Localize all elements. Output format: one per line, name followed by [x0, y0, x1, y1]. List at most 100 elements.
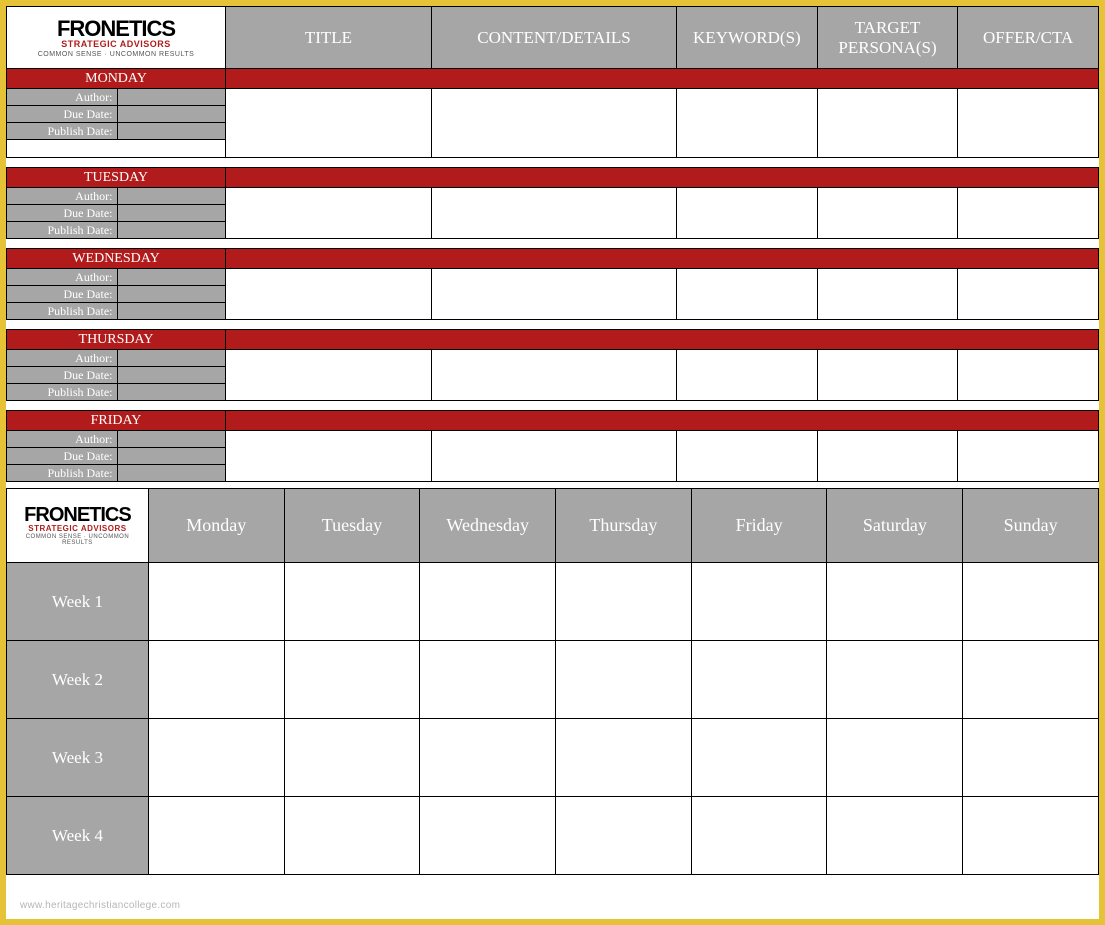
calendar-cell[interactable]: [420, 563, 556, 641]
persona-cell[interactable]: [817, 431, 958, 482]
author-label: Author:: [7, 188, 118, 205]
duedate-value[interactable]: [117, 448, 226, 465]
day-bar-monday: MONDAY: [7, 69, 1099, 89]
calendar-cell[interactable]: [556, 563, 692, 641]
duedate-value[interactable]: [117, 286, 226, 303]
day-label: WEDNESDAY: [7, 249, 226, 269]
brand-logo: FRONETICS STRATEGIC ADVISORS COMMON SENS…: [7, 7, 226, 69]
publish-value[interactable]: [117, 384, 226, 401]
col-content: CONTENT/DETAILS: [431, 7, 676, 69]
week-label: Week 1: [7, 563, 149, 641]
content-cell[interactable]: [431, 188, 676, 239]
content-cell[interactable]: [431, 431, 676, 482]
day-bar-tuesday: TUESDAY: [7, 168, 1099, 188]
duedate-value[interactable]: [117, 367, 226, 384]
calendar-cell[interactable]: [963, 641, 1099, 719]
publish-label: Publish Date:: [7, 222, 118, 239]
calendar-cell[interactable]: [691, 719, 827, 797]
cal-col-wed: Wednesday: [420, 489, 556, 563]
duedate-value[interactable]: [117, 106, 226, 123]
brand-name: FRONETICS: [24, 505, 131, 525]
title-cell[interactable]: [226, 350, 432, 401]
calendar-cell[interactable]: [691, 641, 827, 719]
publish-label: Publish Date:: [7, 465, 118, 482]
calendar-cell[interactable]: [691, 797, 827, 875]
calendar-cell[interactable]: [963, 797, 1099, 875]
title-cell[interactable]: [226, 269, 432, 320]
author-value[interactable]: [117, 431, 226, 448]
calendar-cell[interactable]: [827, 797, 963, 875]
calendar-cell[interactable]: [420, 641, 556, 719]
watermark-text: www.heritagechristiancollege.com: [20, 900, 180, 911]
persona-cell[interactable]: [817, 350, 958, 401]
keywords-cell[interactable]: [677, 89, 818, 158]
calendar-cell[interactable]: [827, 719, 963, 797]
calendar-cell[interactable]: [148, 563, 284, 641]
persona-cell[interactable]: [817, 89, 958, 158]
publish-value[interactable]: [117, 123, 226, 140]
author-value[interactable]: [117, 350, 226, 367]
publish-value[interactable]: [117, 222, 226, 239]
offer-cell[interactable]: [958, 89, 1099, 158]
author-value[interactable]: [117, 269, 226, 286]
calendar-cell[interactable]: [420, 797, 556, 875]
publish-value[interactable]: [117, 465, 226, 482]
col-offer: OFFER/CTA: [958, 7, 1099, 69]
title-cell[interactable]: [226, 89, 432, 158]
duedate-value[interactable]: [117, 205, 226, 222]
calendar-cell[interactable]: [827, 563, 963, 641]
content-cell[interactable]: [431, 269, 676, 320]
offer-cell[interactable]: [958, 350, 1099, 401]
calendar-cell[interactable]: [284, 563, 420, 641]
persona-cell[interactable]: [817, 188, 958, 239]
calendar-cell[interactable]: [284, 641, 420, 719]
publish-value[interactable]: [117, 303, 226, 320]
calendar-cell[interactable]: [148, 797, 284, 875]
meta-row: Author:: [7, 89, 1099, 106]
calendar-cell[interactable]: [556, 641, 692, 719]
header-row: FRONETICS STRATEGIC ADVISORS COMMON SENS…: [7, 7, 1099, 69]
cal-col-sat: Saturday: [827, 489, 963, 563]
brand-name: FRONETICS: [57, 18, 175, 40]
calendar-cell[interactable]: [148, 719, 284, 797]
calendar-cell[interactable]: [827, 641, 963, 719]
day-label: TUESDAY: [7, 168, 226, 188]
calendar-cell[interactable]: [556, 797, 692, 875]
day-label: MONDAY: [7, 69, 226, 89]
content-cell[interactable]: [431, 89, 676, 158]
calendar-cell[interactable]: [284, 797, 420, 875]
calendar-cell[interactable]: [963, 719, 1099, 797]
offer-cell[interactable]: [958, 431, 1099, 482]
week-row: Week 1: [7, 563, 1099, 641]
persona-cell[interactable]: [817, 269, 958, 320]
author-value[interactable]: [117, 89, 226, 106]
author-label: Author:: [7, 350, 118, 367]
spacer: [7, 140, 226, 158]
offer-cell[interactable]: [958, 188, 1099, 239]
keywords-cell[interactable]: [677, 188, 818, 239]
content-planner-table: FRONETICS STRATEGIC ADVISORS COMMON SENS…: [6, 6, 1099, 482]
offer-cell[interactable]: [958, 269, 1099, 320]
content-cell[interactable]: [431, 350, 676, 401]
author-value[interactable]: [117, 188, 226, 205]
brand-sub: STRATEGIC ADVISORS: [28, 525, 126, 533]
title-cell[interactable]: [226, 188, 432, 239]
duedate-label: Due Date:: [7, 367, 118, 384]
duedate-label: Due Date:: [7, 106, 118, 123]
calendar-cell[interactable]: [556, 719, 692, 797]
day-bar-wednesday: WEDNESDAY: [7, 249, 1099, 269]
duedate-label: Due Date:: [7, 205, 118, 222]
calendar-cell[interactable]: [963, 563, 1099, 641]
keywords-cell[interactable]: [677, 431, 818, 482]
cal-col-tue: Tuesday: [284, 489, 420, 563]
calendar-cell[interactable]: [284, 719, 420, 797]
keywords-cell[interactable]: [677, 350, 818, 401]
keywords-cell[interactable]: [677, 269, 818, 320]
publish-label: Publish Date:: [7, 384, 118, 401]
day-label: THURSDAY: [7, 330, 226, 350]
calendar-cell[interactable]: [148, 641, 284, 719]
title-cell[interactable]: [226, 431, 432, 482]
day-label: FRIDAY: [7, 411, 226, 431]
calendar-cell[interactable]: [420, 719, 556, 797]
calendar-cell[interactable]: [691, 563, 827, 641]
